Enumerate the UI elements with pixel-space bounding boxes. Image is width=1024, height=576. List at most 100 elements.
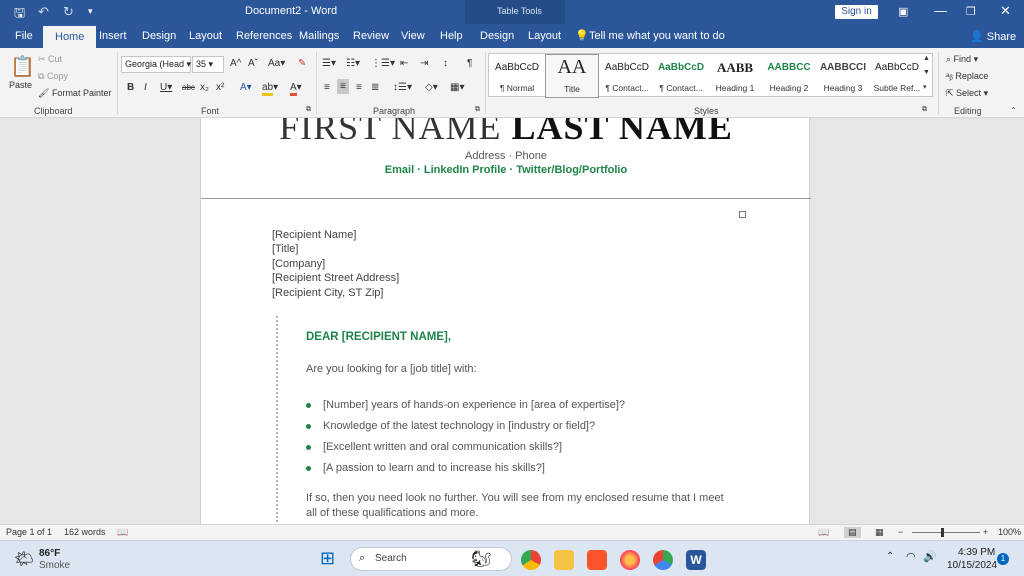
font-size-select[interactable]: 35 ▾ <box>192 56 224 73</box>
tell-me-search[interactable]: Tell me what you want to do <box>589 24 725 48</box>
sign-in-button[interactable]: Sign in <box>835 5 878 19</box>
contact-links[interactable]: Email · LinkedIn Profile · Twitter/Blog/… <box>201 164 811 176</box>
zoom-slider[interactable] <box>912 532 980 533</box>
borders-icon[interactable]: ▦▾ <box>450 82 464 93</box>
clear-format-icon[interactable]: ✎ <box>298 58 306 69</box>
document-area[interactable]: FIRST NAME LAST NAME Address · Phone Ema… <box>0 118 1024 524</box>
save-icon[interactable]: 🖫 <box>14 4 25 26</box>
restore-icon[interactable]: ❐ <box>966 5 976 18</box>
tab-help[interactable]: Help <box>440 24 463 48</box>
show-marks-icon[interactable]: ¶ <box>467 58 472 69</box>
clock-time[interactable]: 4:39 PM <box>958 547 995 558</box>
styles-more-icon[interactable]: ▾ <box>923 83 927 91</box>
word-icon[interactable]: W <box>686 550 706 570</box>
tab-file[interactable]: File <box>15 24 33 48</box>
list-item[interactable]: Knowledge of the latest technology in [i… <box>306 420 595 432</box>
list-item[interactable]: [Number] years of hands-on experience in… <box>306 399 625 411</box>
highlight-icon[interactable]: ab▾ <box>262 82 278 96</box>
chrome-icon[interactable] <box>521 550 541 570</box>
weather-temp[interactable]: 86°F <box>39 548 60 559</box>
zoom-out-icon[interactable]: − <box>898 527 903 537</box>
tab-mailings[interactable]: Mailings <box>299 24 339 48</box>
start-icon[interactable]: ⊞ <box>320 548 335 569</box>
file-explorer-icon[interactable] <box>554 550 574 570</box>
recipient-city[interactable]: [Recipient City, ST Zip] <box>272 287 383 299</box>
styles-dialog-launcher-icon[interactable]: ⧉ <box>922 106 927 114</box>
firefox-icon[interactable] <box>620 550 640 570</box>
show-hidden-icons[interactable]: ⌃ <box>886 551 894 562</box>
table-handle[interactable] <box>739 211 746 218</box>
share-button[interactable]: 👤 Share <box>970 30 1016 43</box>
align-center-icon[interactable]: ≡ <box>337 79 349 94</box>
close-icon[interactable]: ✕ <box>1000 3 1011 19</box>
find-button[interactable]: ⌕ Find ▾ <box>946 54 978 65</box>
recipient-title[interactable]: [Title] <box>272 243 299 255</box>
tab-layout[interactable]: Layout <box>189 24 222 48</box>
replace-button[interactable]: ᵃᵦ Replace <box>946 71 988 81</box>
tab-review[interactable]: Review <box>353 24 389 48</box>
text-effects-icon[interactable]: A▾ <box>240 82 252 93</box>
taskbar-search[interactable]: ⌕ Search 🐿 <box>350 547 512 571</box>
align-right-icon[interactable]: ≡ <box>356 82 362 93</box>
style-contact-2[interactable]: AaBbCcD ¶ Contact... <box>654 54 708 98</box>
style-title[interactable]: AA Title <box>545 54 599 98</box>
tab-table-design[interactable]: Design <box>480 24 514 48</box>
intro-paragraph[interactable]: Are you looking for a [job title] with: <box>306 362 746 377</box>
superscript-icon[interactable]: x² <box>216 82 224 93</box>
underline-icon[interactable]: U▾ <box>160 82 172 93</box>
tab-table-layout[interactable]: Layout <box>528 24 561 48</box>
decrease-indent-icon[interactable]: ⇤ <box>400 58 408 69</box>
redo-icon[interactable]: ↻ <box>63 4 74 20</box>
style-heading-1[interactable]: AABB Heading 1 <box>708 54 762 98</box>
zoom-slider-thumb[interactable] <box>941 528 944 537</box>
select-button[interactable]: ⇱ Select ▾ <box>946 88 988 99</box>
page-count[interactable]: Page 1 of 1 <box>6 527 52 537</box>
chrome-profile-icon[interactable] <box>653 550 673 570</box>
styles-scroll-up-icon[interactable]: ▲ <box>923 55 930 62</box>
collapse-ribbon-icon[interactable]: ⌃ <box>1010 106 1017 115</box>
style-heading-3[interactable]: AABBCCI Heading 3 <box>816 54 870 98</box>
tab-design[interactable]: Design <box>142 24 176 48</box>
minimize-icon[interactable]: — <box>934 3 947 18</box>
paste-button[interactable]: Paste <box>9 80 32 90</box>
closing-paragraph[interactable]: If so, then you need look no further. Yo… <box>306 491 736 521</box>
clock-date[interactable]: 10/15/2024 <box>947 560 997 571</box>
ribbon-display-icon[interactable]: ▣ <box>898 5 908 18</box>
word-count[interactable]: 162 words <box>64 527 106 537</box>
customize-qat-icon[interactable]: ▾ <box>88 6 93 17</box>
font-dialog-launcher-icon[interactable]: ⧉ <box>306 106 311 114</box>
multilevel-list-icon[interactable]: ⋮☰▾ <box>371 58 395 69</box>
cut-button[interactable]: ✂ Cut <box>38 54 62 65</box>
shrink-font-icon[interactable]: Aˇ <box>248 58 258 69</box>
name-heading[interactable]: FIRST NAME LAST NAME <box>201 118 811 148</box>
align-left-icon[interactable]: ≡ <box>324 82 330 93</box>
document-page[interactable]: FIRST NAME LAST NAME Address · Phone Ema… <box>200 118 811 524</box>
brave-icon[interactable] <box>587 550 607 570</box>
volume-icon[interactable]: 🔊 <box>923 550 937 563</box>
wifi-icon[interactable]: ◠ <box>906 550 916 563</box>
style-contact-1[interactable]: AaBbCcD ¶ Contact... <box>600 54 654 98</box>
zoom-in-icon[interactable]: + <box>983 527 988 537</box>
undo-icon[interactable]: ↶ <box>38 4 49 20</box>
numbering-icon[interactable]: ☷▾ <box>346 58 360 69</box>
tab-references[interactable]: References <box>236 24 292 48</box>
bold-icon[interactable]: B <box>127 82 134 93</box>
weather-icon[interactable]: 🌤 <box>14 549 34 569</box>
salutation[interactable]: DEAR [RECIPIENT NAME], <box>306 331 451 343</box>
zoom-level[interactable]: 100% <box>998 527 1021 537</box>
list-item[interactable]: [Excellent written and oral communicatio… <box>306 441 562 453</box>
increase-indent-icon[interactable]: ⇥ <box>420 58 428 69</box>
style-heading-2[interactable]: AABBCC Heading 2 <box>762 54 816 98</box>
recipient-company[interactable]: [Company] <box>272 258 325 270</box>
styles-scroll-down-icon[interactable]: ▼ <box>923 69 930 76</box>
shading-icon[interactable]: ◇▾ <box>425 82 438 93</box>
tab-home[interactable]: Home <box>43 26 97 48</box>
list-item[interactable]: [A passion to learn and to increase his … <box>306 462 545 474</box>
paragraph-dialog-launcher-icon[interactable]: ⧉ <box>475 106 480 114</box>
style-normal[interactable]: AaBbCcD ¶ Normal <box>490 54 544 98</box>
line-spacing-icon[interactable]: ↕☰▾ <box>393 82 412 93</box>
style-subtle-reference[interactable]: AaBbCcD Subtle Ref... <box>870 54 924 98</box>
address-line[interactable]: Address · Phone <box>201 150 811 162</box>
tab-insert[interactable]: Insert <box>99 24 127 48</box>
proofing-icon[interactable]: 📖 <box>117 527 128 538</box>
